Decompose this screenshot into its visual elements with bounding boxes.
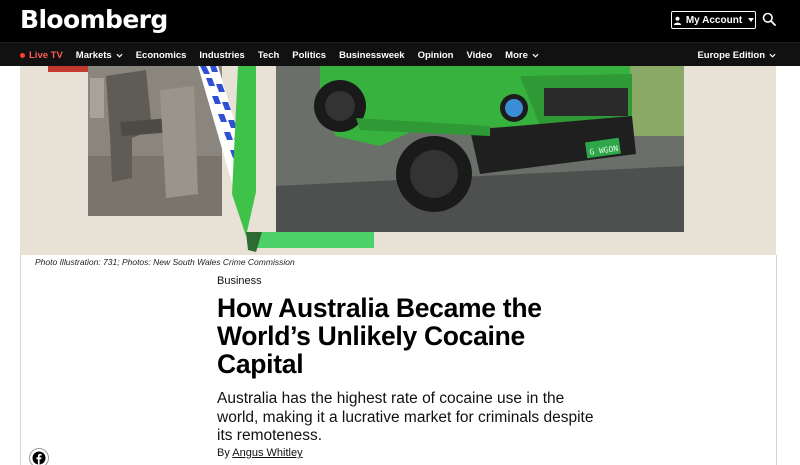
section-label[interactable]: Business <box>217 275 262 287</box>
article-dek: Australia has the highest rate of cocain… <box>217 390 594 444</box>
nav-item-label: Economics <box>135 49 187 61</box>
byline: By Angus Whitley <box>217 447 303 459</box>
frame-right-border <box>776 255 777 465</box>
chevron-down-icon <box>532 53 539 58</box>
car-photo: G WGON <box>276 66 684 232</box>
nav-item-label: Markets <box>75 49 112 61</box>
chevron-down-icon <box>769 53 776 58</box>
edition-label: Europe Edition <box>697 49 765 61</box>
nav-item-label: Businessweek <box>339 49 405 61</box>
byline-prefix: By <box>217 447 230 459</box>
nav-item-label: Opinion <box>417 49 454 61</box>
nav-item-economics[interactable]: Economics <box>136 50 187 61</box>
my-account-button[interactable]: My Account <box>671 11 756 29</box>
author-link[interactable]: Angus Whitley <box>232 447 302 459</box>
nav-item-label: Video <box>466 49 493 61</box>
top-bar: Bloomberg My Account <box>0 0 800 42</box>
photo-caption: Photo Illustration: 731; Photos: New Sou… <box>35 257 295 267</box>
live-dot-icon <box>20 52 25 58</box>
facebook-share-button[interactable] <box>29 448 49 465</box>
hero-illustration: G WGON <box>20 66 776 255</box>
nav-item-tech[interactable]: Tech <box>258 50 279 61</box>
my-account-label: My Account <box>685 14 743 26</box>
green-tape-strip <box>252 232 374 248</box>
nav-item-label: Tech <box>257 49 280 61</box>
chevron-down-icon <box>116 53 123 58</box>
nav-item-opinion[interactable]: Opinion <box>418 50 454 61</box>
nav-item-businessweek[interactable]: Businessweek <box>339 50 404 61</box>
frame-left-border <box>20 255 21 465</box>
nav-item-markets[interactable]: Markets <box>76 50 123 61</box>
person-icon <box>673 16 681 25</box>
nav-item-politics[interactable]: Politics <box>292 50 326 61</box>
nav-menu: Live TV Markets Economics Industries Tec… <box>20 43 539 67</box>
nav-item-label: Industries <box>199 49 245 61</box>
nav-item-label: Politics <box>292 49 327 61</box>
nav-item-live-tv[interactable]: Live TV <box>20 50 63 61</box>
article-headline: How Australia Became the World’s Unlikel… <box>217 293 542 379</box>
nav-bar: Live TV Markets Economics Industries Tec… <box>0 42 800 66</box>
nav-item-label: More <box>505 49 528 61</box>
nav-item-video[interactable]: Video <box>466 50 492 61</box>
nav-item-more[interactable]: More <box>505 50 539 61</box>
hero-image: G WGON <box>20 66 776 255</box>
bloomberg-logo[interactable]: Bloomberg <box>20 4 168 36</box>
caret-down-icon <box>748 18 755 22</box>
nav-item-industries[interactable]: Industries <box>199 50 244 61</box>
search-icon[interactable] <box>762 12 776 26</box>
nav-item-label: Live TV <box>29 49 63 61</box>
edition-selector[interactable]: Europe Edition <box>697 43 776 67</box>
handgun-photo <box>88 66 222 216</box>
facebook-icon <box>32 451 46 465</box>
